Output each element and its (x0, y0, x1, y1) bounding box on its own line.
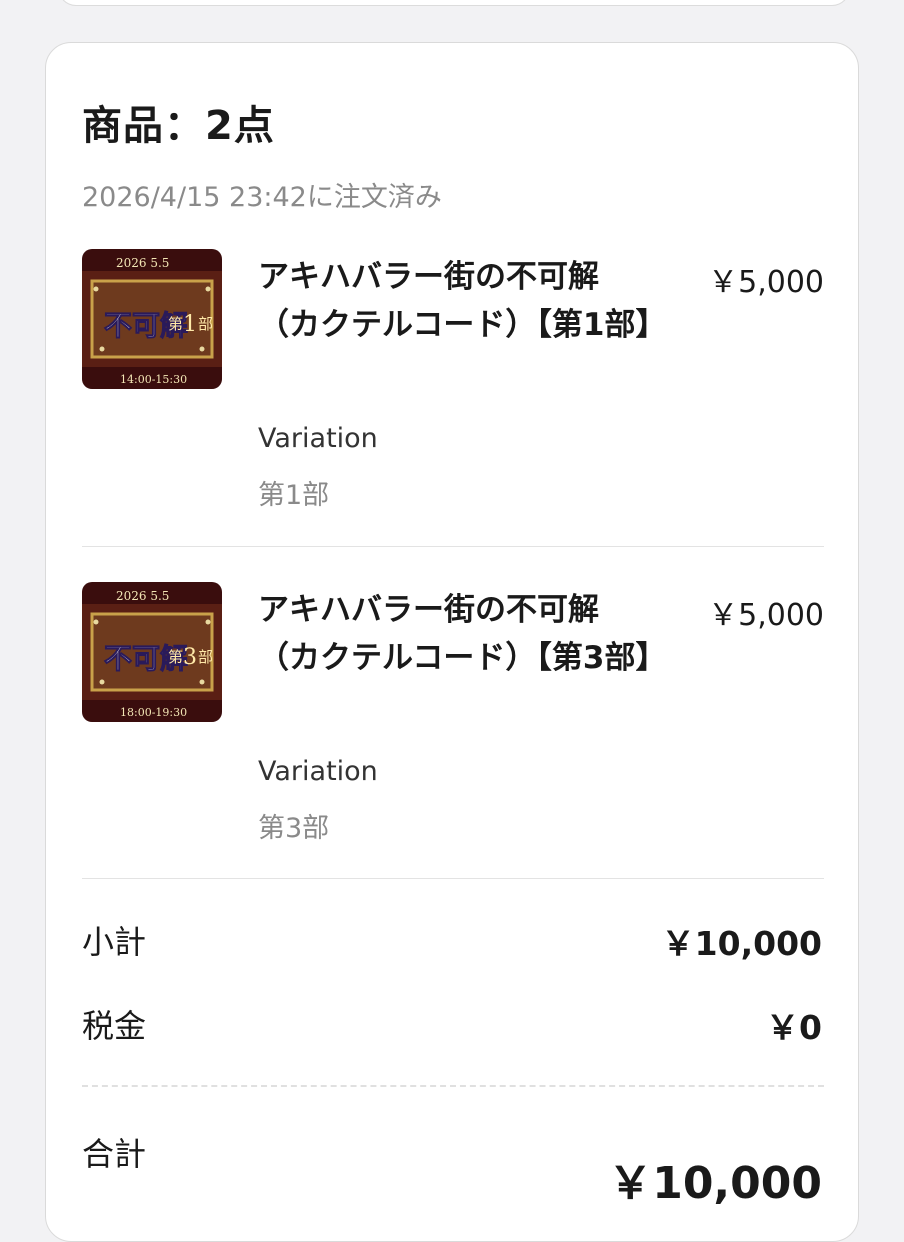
subtotal-label: 小計 (82, 923, 147, 961)
order-items-card: 商品：2点 2026/4/15 23:42に注文済み 2026 5.5 不可解 … (45, 42, 859, 1242)
thumb-time: 14:00-15:30 (120, 373, 187, 386)
variation-label: Variation (258, 756, 378, 787)
item-divider (82, 546, 824, 547)
tax-value: ￥0 (766, 1008, 822, 1047)
thumb-part-number: 1 (183, 312, 197, 337)
order-item[interactable]: 2026 5.5 不可解 第 3 部 18:00-19:30 アキハバラー街の不… (82, 582, 824, 844)
total-label: 合計 (82, 1135, 147, 1173)
thumb-time: 18:00-19:30 (120, 706, 187, 719)
variation-value: 第3部 (258, 813, 330, 844)
thumb-part-suffix: 部 (198, 315, 213, 333)
product-thumbnail-image: 2026 5.5 不可解 第 3 部 18:00-19:30 (82, 582, 222, 722)
thumb-date: 2026 5.5 (116, 589, 169, 603)
total-dashed-divider (82, 1085, 824, 1087)
summary-divider (82, 878, 824, 879)
subtotal-value: ￥10,000 (661, 924, 822, 963)
order-item[interactable]: 2026 5.5 不可解 第 1 部 14:00-15:30 アキハバラー街の不… (82, 249, 824, 511)
thumb-part-suffix: 部 (198, 648, 213, 666)
order-date: 2026/4/15 23:42に注文済み (82, 182, 442, 213)
items-count-title: 商品：2点 (82, 103, 275, 149)
product-thumbnail[interactable]: 2026 5.5 不可解 第 1 部 14:00-15:30 (82, 249, 222, 389)
product-price: ￥5,000 (708, 598, 824, 633)
variation-value: 第1部 (258, 480, 330, 511)
thumb-date: 2026 5.5 (116, 256, 169, 270)
thumb-part-number: 3 (183, 645, 197, 670)
thumb-part-prefix: 第 (168, 315, 183, 333)
product-thumbnail-image: 2026 5.5 不可解 第 1 部 14:00-15:30 (82, 249, 222, 389)
thumb-part-prefix: 第 (168, 648, 183, 666)
product-name[interactable]: アキハバラー街の不可解（カクテルコード）【第3部】 (258, 586, 666, 682)
total-value: ￥10,000 (608, 1158, 822, 1209)
previous-card-edge (58, 0, 850, 6)
tax-label: 税金 (82, 1007, 147, 1045)
product-name[interactable]: アキハバラー街の不可解（カクテルコード）【第1部】 (258, 253, 666, 349)
variation-label: Variation (258, 423, 378, 454)
product-thumbnail[interactable]: 2026 5.5 不可解 第 3 部 18:00-19:30 (82, 582, 222, 722)
product-price: ￥5,000 (708, 265, 824, 300)
